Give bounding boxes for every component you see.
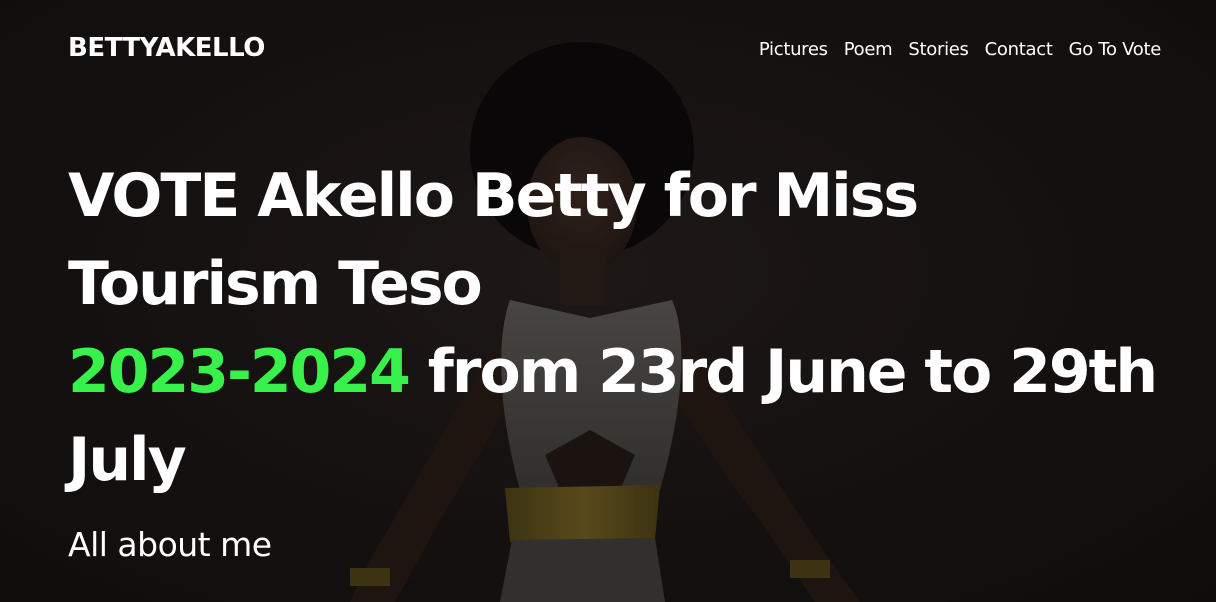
brand-logo[interactable]: BETTYAKELLO xyxy=(68,33,265,63)
nav-link-go-to-vote[interactable]: Go To Vote xyxy=(1069,39,1162,60)
hero-subtitle: All about me xyxy=(68,525,272,564)
hero-section: BETTYAKELLO Pictures Poem Stories Contac… xyxy=(0,0,1216,602)
headline-main: VOTE Akello Betty for Miss Tourism Teso xyxy=(68,161,919,319)
navbar: BETTYAKELLO Pictures Poem Stories Contac… xyxy=(0,0,1216,100)
nav-link-stories[interactable]: Stories xyxy=(908,39,969,60)
nav-links: Pictures Poem Stories Contact Go To Vote xyxy=(759,39,1161,60)
headline-year-accent: 2023-2024 xyxy=(68,337,411,407)
brand-part-2: AKELLO xyxy=(155,33,265,63)
nav-link-pictures[interactable]: Pictures xyxy=(759,39,828,60)
hero-headline: VOTE Akello Betty for Miss Tourism Teso 2… xyxy=(68,152,1178,504)
brand-part-1: BETTY xyxy=(68,33,156,63)
nav-link-contact[interactable]: Contact xyxy=(985,39,1053,60)
nav-link-poem[interactable]: Poem xyxy=(844,39,893,60)
